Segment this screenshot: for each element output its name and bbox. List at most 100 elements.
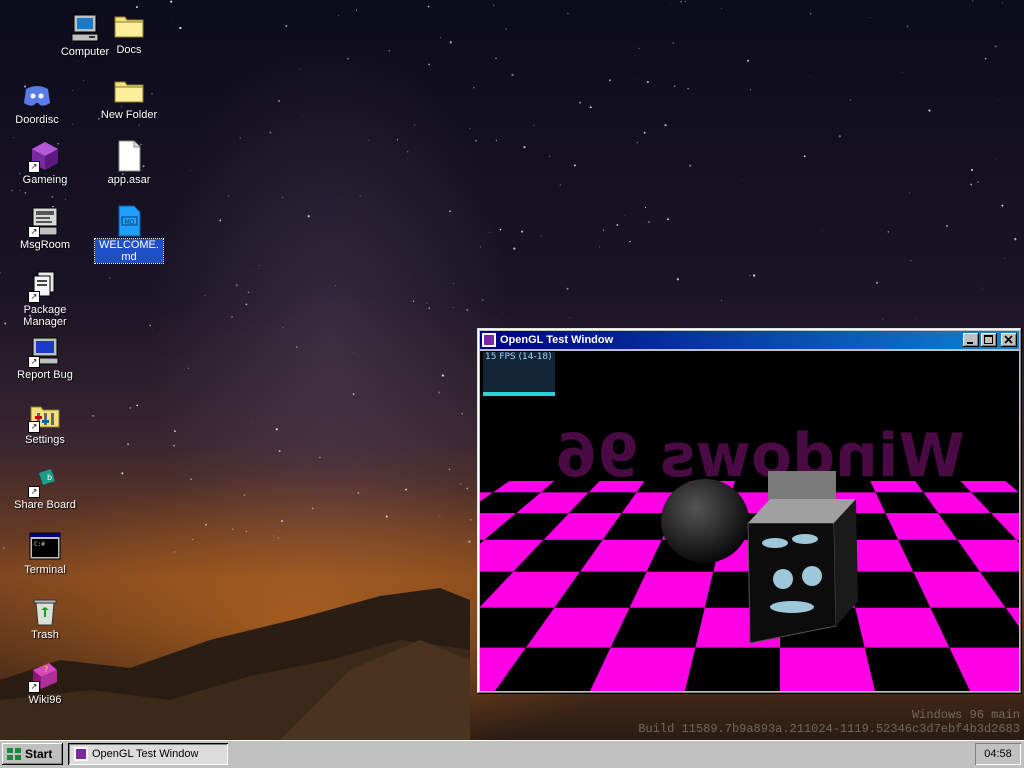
clock: 04:58	[984, 748, 1012, 760]
star	[205, 523, 207, 526]
star	[368, 139, 370, 141]
star	[355, 9, 358, 11]
opengl-test-window[interactable]: OpenGL Test Window Windows 96 15 FPS (14…	[477, 328, 1022, 694]
star	[624, 214, 626, 216]
floor-tile	[685, 647, 780, 691]
build-os-name: Windows 96 main	[911, 708, 1020, 722]
desktop-icon-label: Docs	[116, 44, 142, 56]
star	[219, 219, 222, 222]
star	[4, 322, 7, 325]
share-icon: b ↗	[28, 465, 61, 498]
star	[192, 538, 194, 541]
star	[428, 63, 430, 66]
star	[406, 150, 409, 153]
bug-report-icon: ↗	[28, 335, 61, 368]
star	[469, 128, 471, 130]
desktop-icon-label: Settings	[25, 434, 65, 446]
opengl-canvas[interactable]: Windows 96 15 FPS (14-18)	[480, 351, 1019, 691]
desktop-icon-label: Report Bug	[17, 369, 73, 381]
star	[449, 210, 451, 212]
star	[173, 551, 176, 553]
desktop-icon-doordisc[interactable]: Doordisc	[0, 80, 74, 126]
star	[2, 547, 5, 549]
star	[438, 391, 441, 394]
star	[413, 124, 416, 126]
desktop-icon-report-bug[interactable]: ↗ Report Bug	[8, 335, 82, 381]
start-button[interactable]: Start	[2, 743, 63, 765]
shortcut-arrow-icon: ↗	[28, 421, 40, 433]
desktop-icon-settings[interactable]: ↗ Settings	[8, 400, 82, 446]
start-logo-icon	[6, 747, 22, 761]
desktop-icon-app-asar[interactable]: app.asar	[92, 140, 166, 186]
star	[405, 488, 408, 491]
package-icon: ↗	[28, 270, 61, 303]
desktop-icon-label: New Folder	[100, 109, 158, 121]
star	[232, 528, 234, 530]
star	[83, 80, 85, 82]
star	[449, 41, 452, 44]
desktop-icon-welcome-md[interactable]: MD WELCOME.md	[92, 205, 166, 264]
desktop-icon-gameing[interactable]: ↗ Gameing	[8, 140, 82, 186]
star	[439, 515, 441, 517]
star	[426, 302, 428, 304]
star	[906, 25, 909, 28]
star	[204, 294, 206, 297]
star	[684, 1, 686, 3]
star	[849, 99, 851, 101]
star	[566, 287, 569, 290]
desktop-icon-trash[interactable]: Trash	[8, 595, 82, 641]
star	[136, 404, 139, 407]
star	[970, 168, 974, 172]
star	[664, 123, 667, 127]
star	[335, 285, 337, 287]
svg-text:b: b	[47, 473, 52, 482]
star	[1014, 238, 1017, 241]
star	[301, 558, 302, 560]
star	[138, 124, 141, 127]
star	[468, 540, 471, 543]
folder-icon	[113, 10, 145, 42]
file-icon	[113, 140, 145, 172]
star	[126, 443, 130, 446]
star	[636, 141, 638, 144]
star	[461, 413, 463, 415]
desktop-icon-wiki96[interactable]: ? ↗ Wiki96	[8, 660, 82, 706]
close-icon	[1004, 335, 1013, 344]
minimize-button[interactable]	[963, 333, 979, 347]
star	[838, 135, 841, 138]
star	[466, 487, 469, 490]
star	[749, 89, 751, 91]
star	[302, 114, 304, 116]
desktop-icon-package-manager[interactable]: ↗ Package Manager	[8, 270, 82, 328]
discord-icon	[21, 80, 53, 112]
star	[253, 270, 255, 271]
shortcut-arrow-icon: ↗	[28, 161, 40, 173]
desktop-icon-msgroom[interactable]: ↗ MsgRoom	[8, 205, 82, 251]
star	[170, 0, 173, 3]
star	[338, 15, 339, 16]
star	[869, 17, 871, 18]
desktop-icon-docs[interactable]: Docs	[92, 10, 166, 56]
desktop-icon-terminal[interactable]: C:# Terminal	[8, 530, 82, 576]
markdown-icon: MD	[113, 205, 145, 237]
star	[243, 494, 246, 496]
star	[0, 272, 1, 274]
star	[741, 178, 743, 180]
desktop-icon-new-folder[interactable]: New Folder	[92, 75, 166, 121]
shortcut-arrow-icon: ↗	[28, 681, 40, 693]
star	[396, 139, 398, 141]
wiki-book-icon: ? ↗	[28, 660, 61, 693]
star	[676, 278, 680, 281]
desktop-icon-share-board[interactable]: b ↗ Share Board	[8, 465, 82, 511]
star	[915, 317, 916, 319]
maximize-button[interactable]	[981, 333, 997, 347]
star	[245, 530, 247, 532]
star	[909, 192, 911, 194]
star	[10, 189, 13, 192]
window-title: OpenGL Test Window	[500, 334, 614, 346]
window-titlebar[interactable]: OpenGL Test Window	[480, 331, 1019, 349]
star	[311, 507, 314, 510]
close-button[interactable]	[1001, 333, 1017, 347]
star	[469, 518, 472, 521]
taskbar-button-opengl[interactable]: OpenGL Test Window	[68, 743, 228, 765]
